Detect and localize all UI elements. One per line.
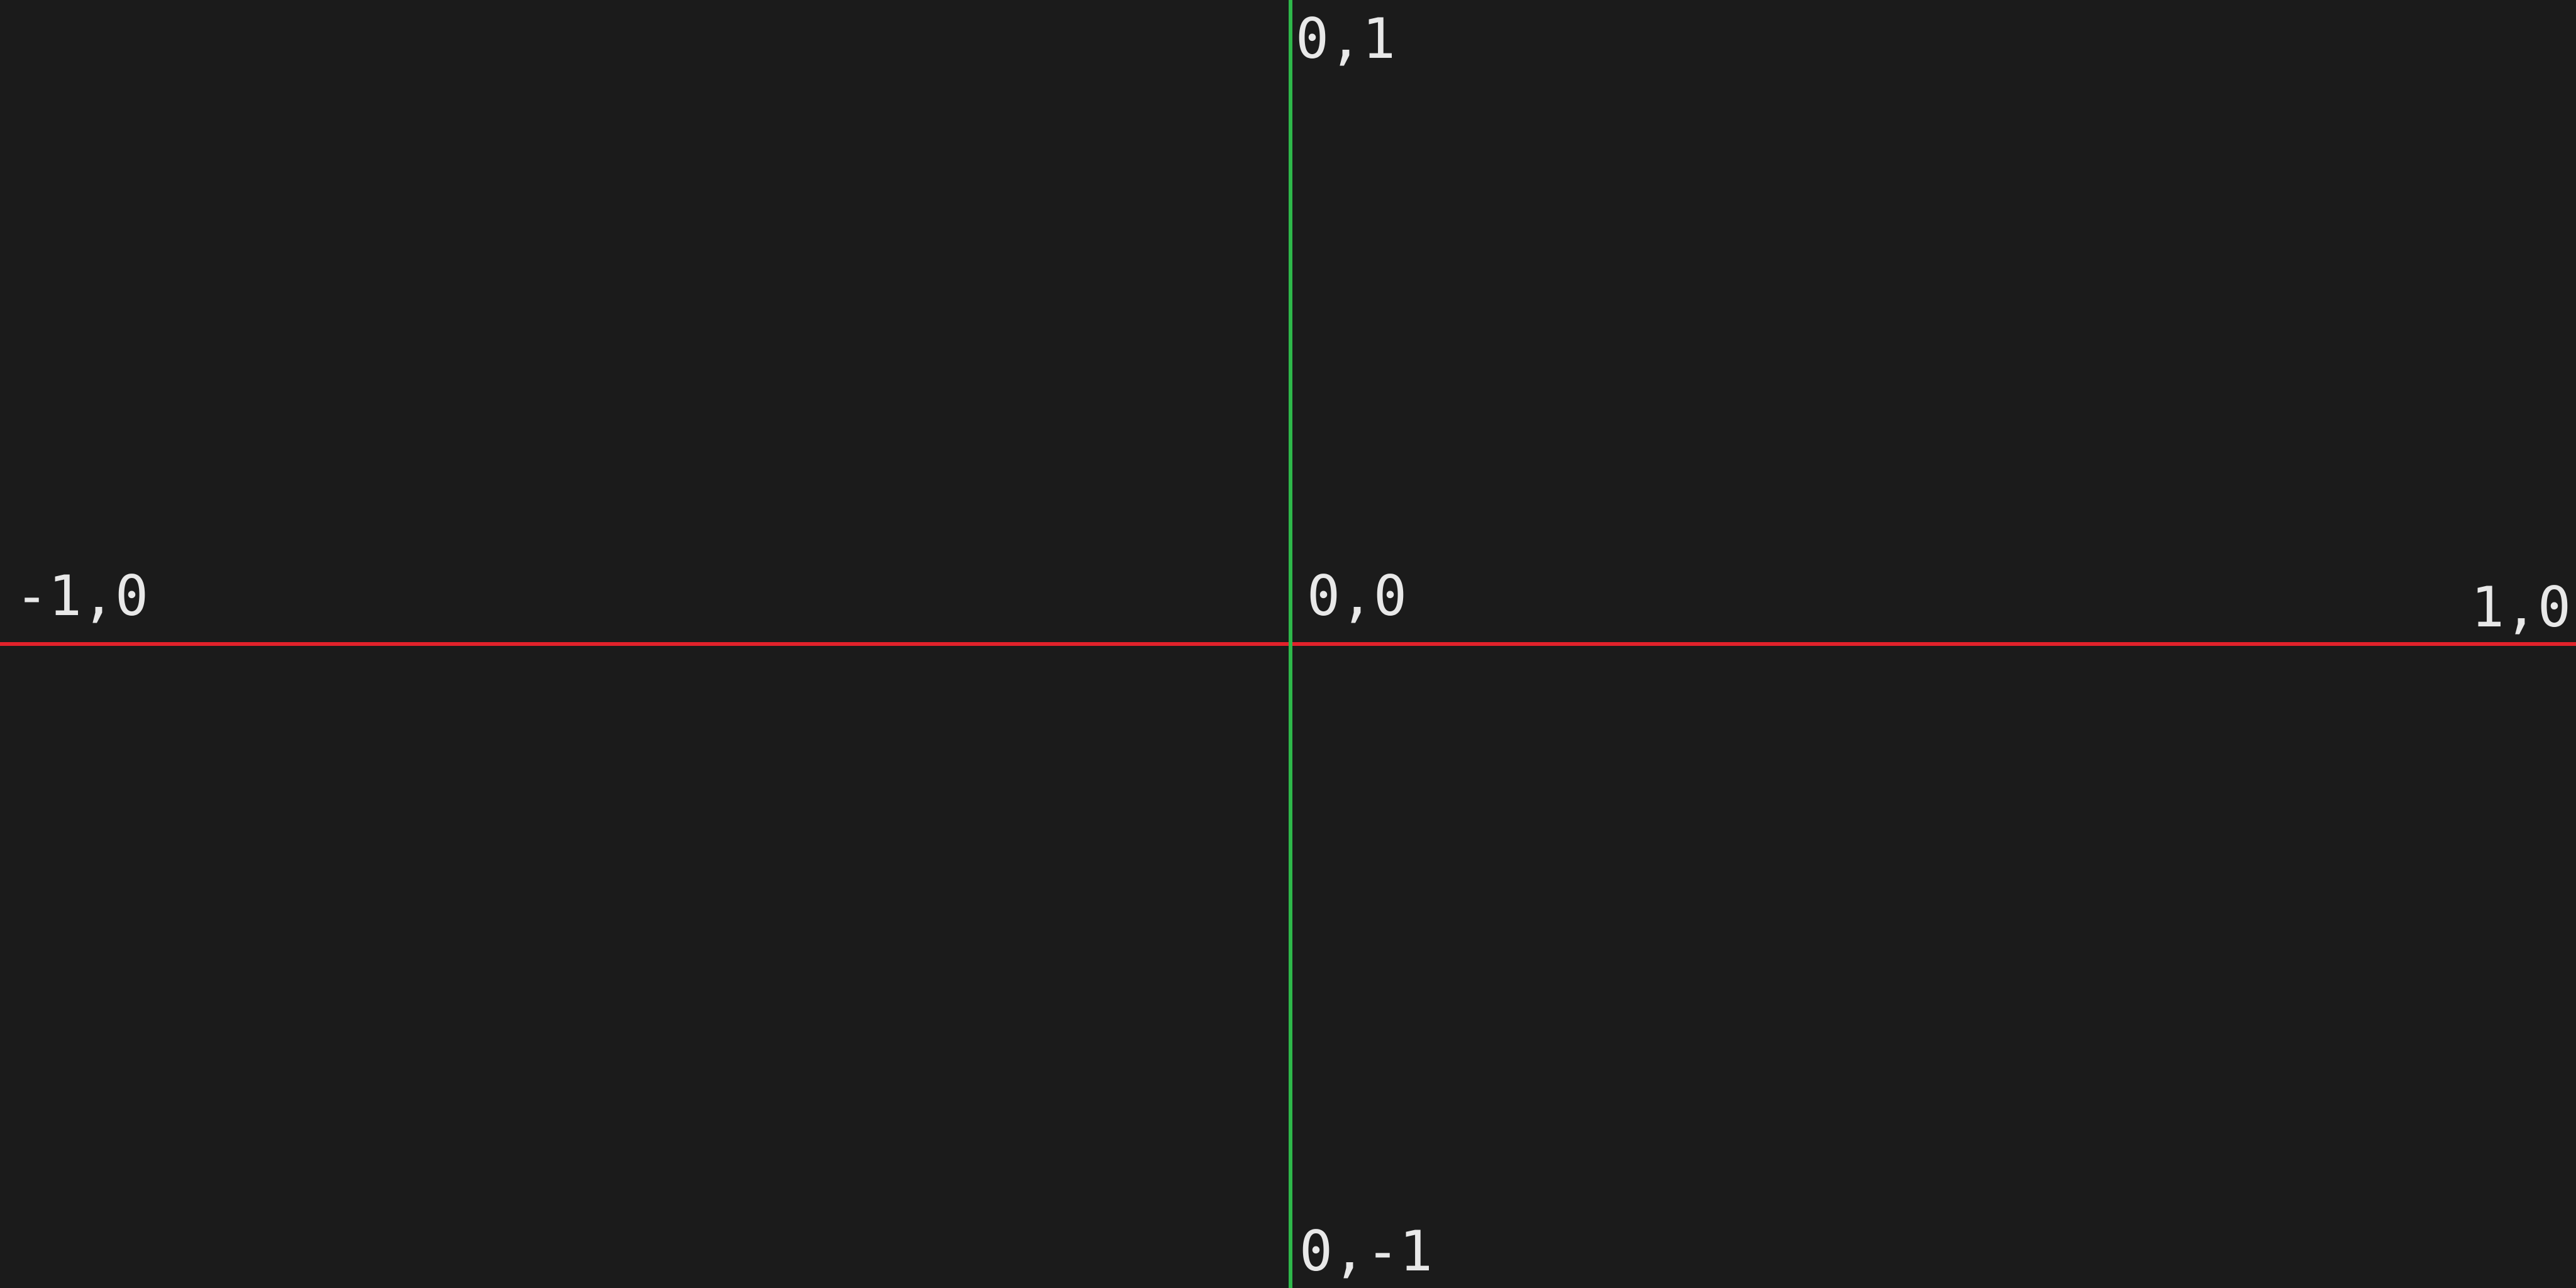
label-origin: 0,0: [1307, 564, 1407, 628]
label-left: -1,0: [15, 564, 148, 628]
y-axis-line: [1289, 0, 1292, 1288]
x-axis-line: [0, 642, 2576, 646]
label-top: 0,1: [1296, 6, 1396, 71]
label-bottom: 0,-1: [1299, 1219, 1433, 1284]
label-right: 1,0: [2471, 575, 2571, 640]
coordinate-canvas: 0,1 0,0 -1,0 1,0 0,-1: [0, 0, 2576, 1288]
